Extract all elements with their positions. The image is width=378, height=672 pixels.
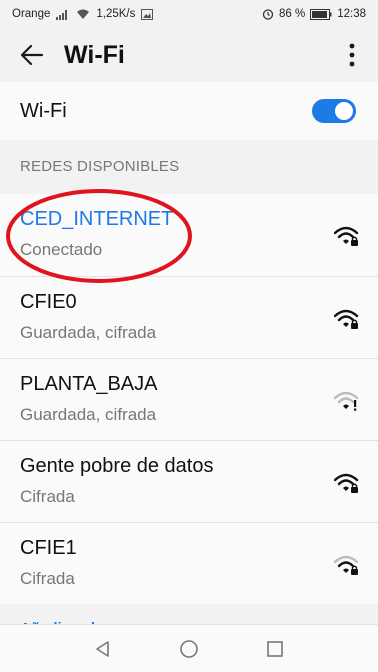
more-vert-icon bbox=[349, 43, 355, 67]
network-ssid: CFIE0 bbox=[20, 291, 77, 313]
wifi-toggle-switch[interactable] bbox=[312, 99, 356, 123]
status-left: Orange 1,25K/s bbox=[12, 8, 154, 20]
battery-icon bbox=[310, 8, 332, 20]
app-bar: Wi-Fi bbox=[0, 28, 378, 82]
carrier-name: Orange bbox=[12, 8, 51, 20]
network-item[interactable]: CED_INTERNET Conectado bbox=[0, 194, 378, 276]
network-status: Cifrada bbox=[20, 487, 75, 506]
available-networks-header: REDES DISPONIBLES bbox=[20, 158, 180, 175]
net-speed: 1,25K/s bbox=[96, 8, 136, 20]
wifi-signal-medium-locked-icon bbox=[334, 555, 359, 575]
network-ssid: CED_INTERNET bbox=[20, 208, 174, 230]
status-right: 86 % 12:38 bbox=[262, 8, 366, 20]
network-list: CED_INTERNET Conectado CFIE0 Guardada, c… bbox=[0, 194, 378, 604]
wifi-signal-full-locked-icon bbox=[334, 226, 359, 246]
toggle-knob bbox=[335, 102, 353, 120]
wifi-signal-full-locked-icon bbox=[334, 309, 359, 329]
network-item[interactable]: Gente pobre de datos Cifrada bbox=[0, 440, 378, 522]
wifi-signal-weak-warning-icon bbox=[334, 391, 359, 411]
network-ssid: CFIE1 bbox=[20, 537, 77, 559]
wifi-toggle-label: Wi-Fi bbox=[20, 99, 67, 122]
wifi-toggle-row[interactable]: Wi-Fi bbox=[0, 82, 378, 140]
network-item[interactable]: CFIE1 Cifrada bbox=[0, 522, 378, 604]
back-button[interactable] bbox=[14, 37, 50, 73]
alarm-icon bbox=[262, 8, 274, 20]
network-status: Guardada, cifrada bbox=[20, 323, 157, 342]
page-title: Wi-Fi bbox=[64, 40, 125, 69]
triangle-back-icon bbox=[96, 640, 109, 657]
nav-home-button[interactable] bbox=[174, 634, 204, 664]
status-bar: Orange 1,25K/s 86 % 12:38 bbox=[0, 0, 378, 28]
wifi-status-icon bbox=[76, 9, 90, 20]
arrow-back-icon bbox=[20, 44, 44, 66]
network-status: Cifrada bbox=[20, 569, 75, 588]
network-ssid: Gente pobre de datos bbox=[20, 455, 214, 477]
nav-recents-button[interactable] bbox=[260, 634, 290, 664]
cell-signal-icon bbox=[56, 9, 70, 20]
network-status: Guardada, cifrada bbox=[20, 405, 157, 424]
circle-home-icon bbox=[180, 639, 198, 658]
image-notification-icon bbox=[141, 8, 154, 20]
network-item[interactable]: CFIE0 Guardada, cifrada bbox=[0, 276, 378, 358]
network-ssid: PLANTA_BAJA bbox=[20, 373, 158, 395]
network-status: Conectado bbox=[20, 240, 103, 259]
clock: 12:38 bbox=[337, 8, 366, 20]
more-options-button[interactable] bbox=[340, 36, 364, 74]
square-recents-icon bbox=[267, 640, 283, 657]
network-item[interactable]: PLANTA_BAJA Guardada, cifrada bbox=[0, 358, 378, 440]
wifi-signal-full-locked-icon bbox=[334, 473, 359, 493]
battery-percent: 86 % bbox=[279, 8, 306, 20]
nav-back-button[interactable] bbox=[88, 634, 118, 664]
navigation-bar bbox=[0, 624, 378, 672]
